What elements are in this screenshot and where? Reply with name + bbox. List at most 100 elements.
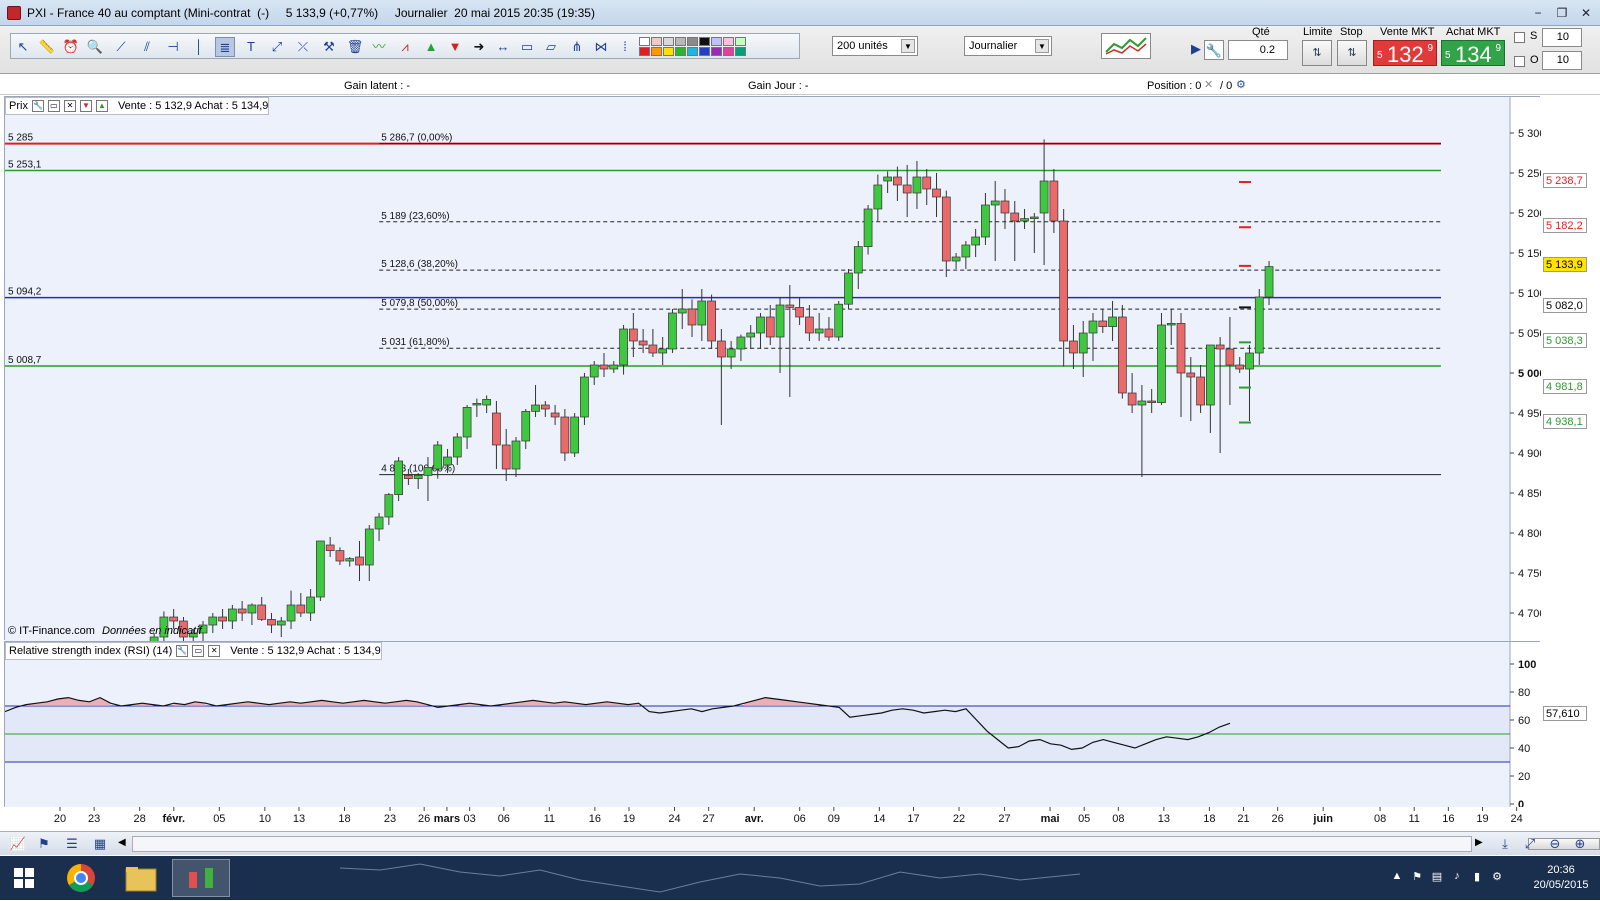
right-arrow-icon[interactable]: ➜	[469, 37, 489, 57]
date-tick-label: 23	[384, 813, 396, 825]
start-button[interactable]	[2, 859, 46, 897]
cross-tool-icon[interactable]: ⤫	[293, 37, 313, 57]
qty-label: Qté	[1252, 26, 1270, 38]
candle-body	[237, 608, 247, 614]
up-arrow-icon[interactable]: ▲	[421, 37, 441, 57]
explorer-taskbar-item[interactable]	[112, 859, 170, 897]
cycle-icon[interactable]: ⁞	[615, 37, 635, 57]
candle-body	[961, 244, 971, 258]
limit-order-button[interactable]: ⇅	[1302, 40, 1332, 66]
rsi-chart[interactable]: 100806040200	[5, 642, 1541, 808]
down-order-icon[interactable]: ▼	[79, 100, 92, 112]
o-input[interactable]: 10	[1542, 51, 1582, 70]
date-tick-label: 26	[418, 813, 430, 825]
zoom-in-icon[interactable]: ⊕	[1570, 834, 1590, 854]
alarm-icon[interactable]: ⏰	[61, 37, 81, 57]
settings-tool-icon[interactable]: ⚒	[319, 37, 339, 57]
units-select[interactable]: 200 unités ▼	[832, 36, 918, 56]
minimize-button[interactable]: −	[1528, 5, 1548, 21]
taskbar-clock[interactable]: 20:36 20/05/2015	[1525, 863, 1597, 893]
candle-body	[267, 619, 276, 626]
up-order-icon[interactable]: ▲	[95, 100, 108, 112]
taskbar-mini-chart	[340, 863, 1080, 893]
candle-body	[472, 403, 482, 406]
wrench-icon[interactable]: 🔧	[1204, 40, 1224, 60]
price-panel-label: Prix	[9, 100, 28, 112]
s-input[interactable]: 10	[1542, 28, 1582, 47]
zoom-tool-icon[interactable]: 🔍	[85, 37, 105, 57]
rsi-value-tag: 57,610	[1543, 706, 1587, 721]
trendline-icon[interactable]: ⟋	[111, 37, 131, 57]
date-tick-label: 08	[1112, 813, 1124, 825]
rectangle-icon[interactable]: ▭	[517, 37, 537, 57]
close-panel-icon[interactable]: ✕	[208, 645, 221, 657]
ruler-icon[interactable]: 📏	[37, 37, 57, 57]
price-level-tag: 5 082,0	[1543, 298, 1587, 314]
tray-signal-icon[interactable]: ▮	[1470, 870, 1484, 884]
candle-body	[501, 444, 511, 470]
scroll-track[interactable]	[132, 836, 1600, 852]
fibonacci-icon[interactable]: ≣	[215, 37, 235, 57]
chrome-taskbar-item[interactable]	[52, 859, 110, 897]
restore-button[interactable]: ❐	[1552, 5, 1572, 21]
gears-icon[interactable]: ⚙	[1236, 78, 1246, 91]
pattern-tool-icon[interactable]: ⩘	[395, 37, 415, 57]
indicators-icon[interactable]: ⚑	[34, 834, 54, 854]
close-position-icon[interactable]: ✕	[1204, 78, 1213, 91]
zoom-out-icon[interactable]: ⊖	[1545, 834, 1565, 854]
list-icon[interactable]: ☰	[62, 834, 82, 854]
price-chart[interactable]: 5 300 5 250 5 200 5 150 5 100 5 050 5 000 4 950…	[5, 97, 1541, 641]
candle-body	[1039, 180, 1049, 214]
channel-icon[interactable]: ⫽	[137, 37, 157, 57]
close-button[interactable]: ✕	[1576, 5, 1596, 21]
sell-market-button[interactable]: 5 132 9	[1373, 40, 1437, 67]
chrome-icon	[67, 864, 95, 892]
sell-price: 132	[1387, 42, 1424, 67]
parallelogram-icon[interactable]: ▱	[541, 37, 561, 57]
pitchfork-icon[interactable]: ⋔	[567, 37, 587, 57]
tray-security-icon[interactable]: ⚙	[1490, 870, 1504, 884]
stop-order-button[interactable]: ⇅	[1337, 40, 1367, 66]
vertical-line-icon[interactable]: │	[189, 37, 209, 57]
compress-icon[interactable]: ⤓	[1495, 834, 1515, 854]
candle-body	[1264, 266, 1274, 298]
maximize-panel-icon[interactable]: ▭	[192, 645, 205, 657]
chart-overview-icon[interactable]: 📈	[8, 834, 28, 854]
chart-type-button[interactable]	[1101, 33, 1151, 59]
buy-market-button[interactable]: 5 134 9	[1441, 40, 1505, 67]
o-checkbox[interactable]	[1514, 56, 1525, 67]
text-tool-icon[interactable]: T	[241, 37, 261, 57]
color-palette[interactable]	[639, 36, 801, 58]
candle-body	[971, 236, 980, 246]
s-checkbox[interactable]	[1514, 32, 1525, 43]
qty-input[interactable]: 0.2	[1228, 40, 1288, 60]
tray-flag-icon[interactable]: ⚑	[1410, 870, 1424, 884]
close-panel-icon[interactable]: ✕	[63, 100, 76, 112]
arrow-tool-icon[interactable]: ⤢	[267, 37, 287, 57]
scroll-right-icon[interactable]: ▶	[1475, 837, 1483, 848]
wrench-icon[interactable]: 🔧	[176, 645, 189, 657]
maximize-panel-icon[interactable]: ▭	[47, 100, 60, 112]
price-y-tick-label: 5 250	[1518, 168, 1541, 180]
trading-app-taskbar-item[interactable]	[172, 859, 230, 897]
trash-icon[interactable]: 🗑	[345, 37, 365, 57]
horizontal-line-icon[interactable]: ⊣	[163, 37, 183, 57]
tray-speaker-icon[interactable]: ♪	[1450, 870, 1464, 884]
candle-body	[951, 256, 961, 262]
tray-network-icon[interactable]: ▤	[1430, 870, 1444, 884]
scroll-left-icon[interactable]: ◀	[118, 837, 126, 848]
candle-body	[394, 460, 403, 495]
pointer-icon[interactable]: ↖	[13, 37, 33, 57]
wave-tool-icon[interactable]: 〰	[369, 37, 389, 57]
down-arrow-icon[interactable]: ▼	[445, 37, 465, 57]
price-panel-quote: Vente : 5 132,9 Achat : 5 134,9	[117, 100, 269, 112]
period-select[interactable]: Journalier ▼	[964, 36, 1052, 56]
layout-icon[interactable]: ▦	[90, 834, 110, 854]
gann-icon[interactable]: ⋈	[591, 37, 611, 57]
wrench-icon[interactable]: 🔧	[31, 100, 44, 112]
measure-icon[interactable]: ↔	[493, 37, 513, 57]
price-y-tick-label: 4 700	[1518, 608, 1541, 620]
order-type-icon[interactable]: ▶	[1186, 39, 1206, 59]
expand-icon[interactable]: ⤢	[1520, 834, 1540, 854]
tray-arrow-icon[interactable]: ▲	[1390, 870, 1404, 884]
